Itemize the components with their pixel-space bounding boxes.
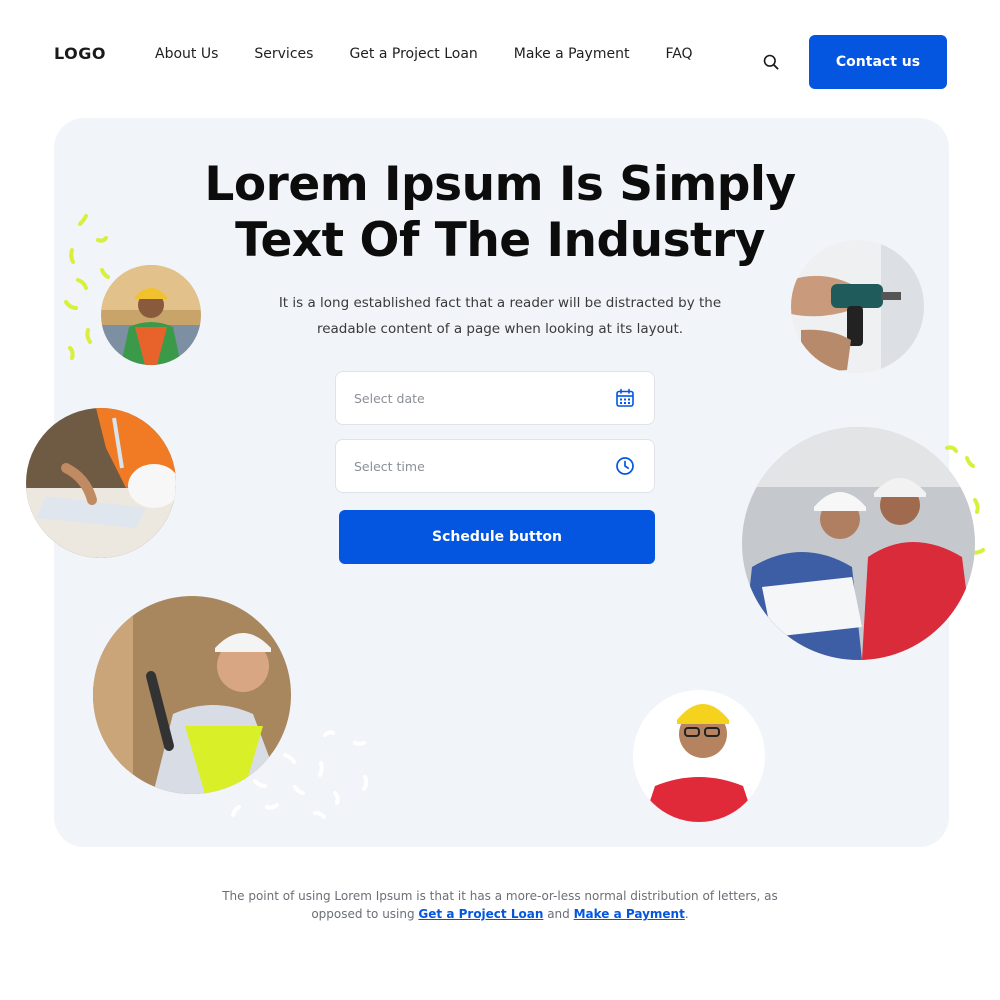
time-input[interactable] [354, 458, 614, 474]
nav-services[interactable]: Services [254, 46, 313, 62]
contact-us-button[interactable]: Contact us [809, 35, 947, 89]
calendar-icon[interactable] [614, 387, 636, 409]
footer-text-after: . [684, 907, 689, 921]
hero-title: Lorem Ipsum Is Simply Text Of The Indust… [0, 157, 1000, 269]
blueprint-review-photo [26, 408, 176, 558]
worker-solar-panel-photo [101, 265, 201, 365]
plumber-woman-photo [93, 596, 291, 794]
hero-title-line-1: Lorem Ipsum Is Simply [204, 157, 796, 212]
workers-reviewing-plans-photo [742, 427, 975, 660]
hero-title-line-2: Text Of The Industry [235, 213, 765, 268]
footer-text-middle: and [543, 907, 574, 921]
nav-make-a-payment[interactable]: Make a Payment [514, 46, 630, 62]
logo[interactable]: LOGO [54, 44, 106, 63]
nav-about-us[interactable]: About Us [155, 46, 218, 62]
nav-get-a-project-loan[interactable]: Get a Project Loan [349, 46, 477, 62]
time-field[interactable] [335, 439, 655, 493]
date-input[interactable] [354, 390, 614, 406]
hero-description: It is a long established fact that a rea… [278, 295, 722, 337]
footer-text: The point of using Lorem Ipsum is that i… [200, 887, 800, 923]
footer-link-make-a-payment[interactable]: Make a Payment [574, 907, 685, 921]
nav-faq[interactable]: FAQ [665, 46, 692, 62]
smiling-worker-photo [633, 690, 765, 822]
clock-icon[interactable] [614, 455, 636, 477]
schedule-button[interactable]: Schedule button [339, 510, 655, 564]
main-nav: About Us Services Get a Project Loan Mak… [155, 46, 729, 62]
footer-link-get-a-project-loan[interactable]: Get a Project Loan [418, 907, 543, 921]
date-field[interactable] [335, 371, 655, 425]
search-icon[interactable] [760, 51, 782, 73]
